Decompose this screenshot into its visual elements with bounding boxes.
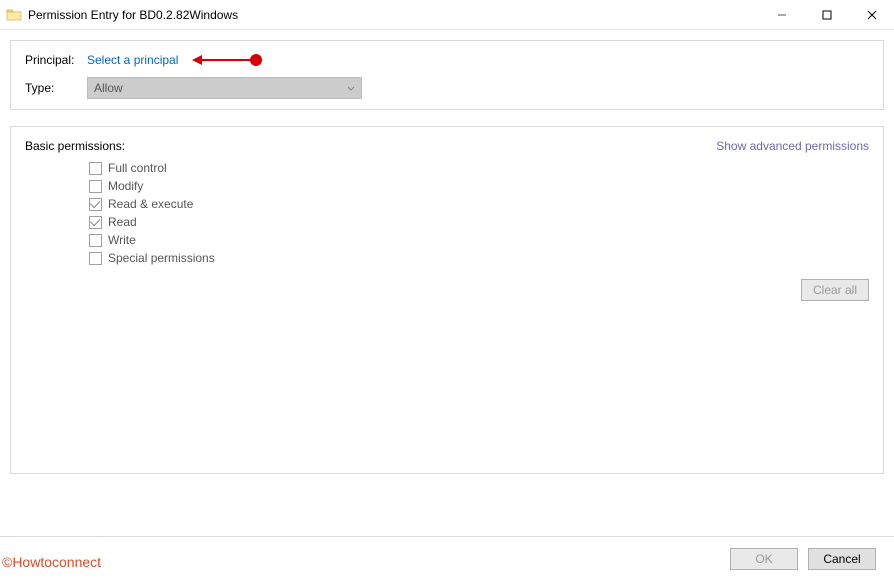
permission-item: Modify [89, 179, 869, 193]
select-principal-link[interactable]: Select a principal [87, 53, 178, 67]
permission-item: Write [89, 233, 869, 247]
checkbox-read-execute[interactable] [89, 198, 102, 211]
permission-label: Modify [108, 179, 143, 193]
permission-item: Read & execute [89, 197, 869, 211]
permission-label: Write [108, 233, 136, 247]
permissions-panel: Basic permissions: Show advanced permiss… [10, 126, 884, 474]
checkbox-write[interactable] [89, 234, 102, 247]
checkbox-special[interactable] [89, 252, 102, 265]
principal-panel: Principal: Select a principal Type: Allo… [10, 40, 884, 110]
chevron-down-icon [347, 81, 355, 95]
titlebar: Permission Entry for BD0.2.82Windows [0, 0, 894, 30]
window-controls [759, 0, 894, 29]
annotation-arrow [192, 54, 262, 66]
basic-permissions-label: Basic permissions: [25, 139, 125, 153]
type-select-value: Allow [94, 81, 123, 95]
permission-label: Special permissions [108, 251, 215, 265]
content-area: Principal: Select a principal Type: Allo… [0, 30, 894, 494]
permission-label: Read [108, 215, 137, 229]
cancel-button[interactable]: Cancel [808, 548, 876, 570]
permissions-list: Full control Modify Read & execute Read … [25, 161, 869, 269]
permission-label: Full control [108, 161, 167, 175]
clear-all-button[interactable]: Clear all [801, 279, 869, 301]
checkbox-modify[interactable] [89, 180, 102, 193]
maximize-button[interactable] [804, 0, 849, 29]
folder-icon [6, 7, 22, 23]
window-title: Permission Entry for BD0.2.82Windows [28, 8, 238, 22]
minimize-button[interactable] [759, 0, 804, 29]
ok-button[interactable]: OK [730, 548, 798, 570]
permission-item: Special permissions [89, 251, 869, 265]
permission-label: Read & execute [108, 197, 193, 211]
show-advanced-link[interactable]: Show advanced permissions [716, 139, 869, 153]
checkbox-full-control[interactable] [89, 162, 102, 175]
checkbox-read[interactable] [89, 216, 102, 229]
dialog-footer: OK Cancel [0, 536, 894, 580]
type-label: Type: [25, 81, 87, 95]
permission-item: Full control [89, 161, 869, 175]
watermark: ©Howtoconnect [2, 554, 101, 570]
type-select[interactable]: Allow [87, 77, 362, 99]
principal-label: Principal: [25, 53, 87, 67]
permission-item: Read [89, 215, 869, 229]
close-button[interactable] [849, 0, 894, 29]
